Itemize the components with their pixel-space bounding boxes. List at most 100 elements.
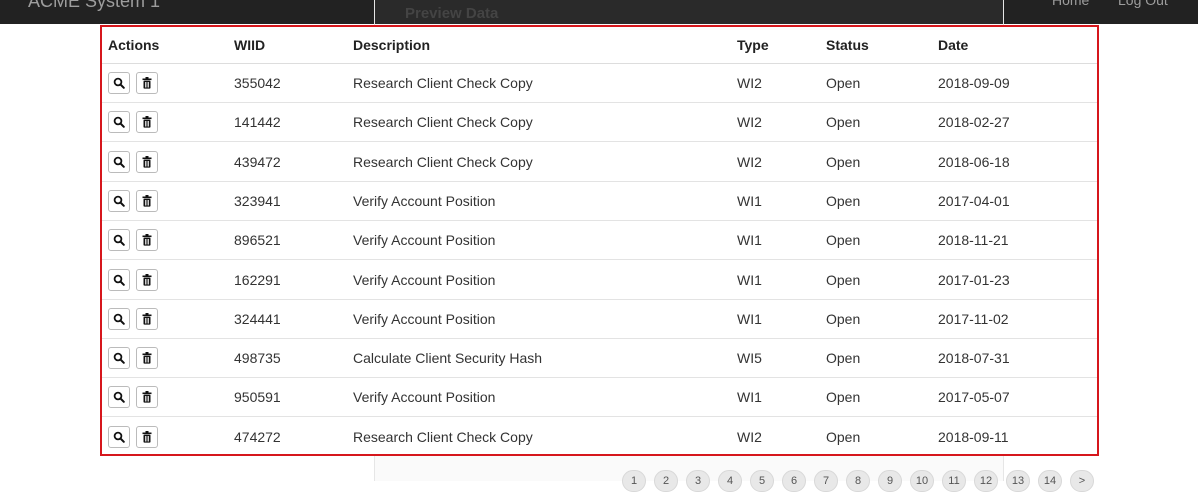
trash-icon [142,273,152,286]
table-row[interactable]: 323941 Verify Account Position WI1 Open 2017… [102,182,1097,221]
delete-button[interactable] [136,425,158,448]
view-button[interactable] [108,307,130,330]
column-header-date[interactable]: Date [938,37,968,53]
delete-button[interactable] [136,150,158,173]
cell-wiid: 439472 [234,153,281,170]
cell-wiid: 498735 [234,350,281,367]
search-icon [113,391,125,404]
column-header-actions[interactable]: Actions [108,37,159,53]
view-button[interactable] [108,111,130,134]
view-button[interactable] [108,425,130,448]
page-button[interactable]: 6 [782,470,806,492]
cell-date: 2017-01-23 [938,271,1010,288]
table-row[interactable]: 324441 Verify Account Position WI1 Open 2017… [102,300,1097,339]
search-icon [113,234,125,246]
delete-button[interactable] [136,386,158,409]
cell-status: Open [826,350,861,367]
page-button[interactable]: 4 [718,470,742,492]
nav-home-link[interactable]: Home [1052,0,1089,8]
delete-button[interactable] [136,189,158,212]
cell-date: 2017-05-07 [938,389,1010,406]
cell-date: 2017-04-01 [938,192,1010,209]
table-row[interactable]: 355042 Research Client Check Copy WI2 Open 2… [102,64,1097,103]
trash-icon [142,77,152,89]
table-row[interactable]: 474272 Research Client Check Copy WI2 Open 2… [102,418,1097,457]
view-button[interactable] [108,268,130,291]
cell-status: Open [826,114,861,131]
search-icon [113,274,125,286]
view-button[interactable] [108,189,130,212]
search-icon [113,156,125,168]
page-button[interactable]: 14 [1038,470,1062,492]
modal-title: Preview Data [405,5,499,22]
trash-icon [142,155,152,168]
cell-date: 2017-11-02 [938,310,1009,327]
trash-icon [142,391,152,403]
cell-date: 2018-07-31 [938,350,1010,367]
cell-date: 2018-09-11 [938,428,1009,445]
delete-button[interactable] [136,72,158,94]
page-button[interactable]: 13 [1006,470,1030,492]
cell-description: Verify Account Position [353,232,496,249]
view-button[interactable] [108,150,130,173]
cell-wiid: 162291 [234,271,281,288]
delete-button[interactable] [136,268,158,291]
cell-wiid: 355042 [234,75,281,91]
nav-logout-link[interactable]: Log Out [1118,0,1168,8]
page-button[interactable]: 9 [878,470,902,492]
column-header-wiid[interactable]: WIID [234,37,265,53]
cell-type: WI2 [737,428,762,445]
view-button[interactable] [108,229,130,252]
table-row[interactable]: 162291 Verify Account Position WI1 Open 2017… [102,261,1097,300]
cell-wiid: 323941 [234,192,281,209]
cell-description: Research Client Check Copy [353,75,533,91]
cell-status: Open [826,75,861,91]
page-button[interactable]: 1 [622,470,646,492]
delete-button[interactable] [136,347,158,370]
cell-description: Verify Account Position [353,310,496,327]
page-button[interactable]: 7 [814,470,838,492]
cell-type: WI2 [737,153,762,170]
column-header-status[interactable]: Status [826,37,869,53]
cell-date: 2018-06-18 [938,153,1010,170]
column-header-type[interactable]: Type [737,37,769,53]
delete-button[interactable] [136,111,158,134]
page-button[interactable]: 8 [846,470,870,492]
page-button[interactable]: 5 [750,470,774,492]
delete-button[interactable] [136,229,158,252]
search-icon [113,313,125,325]
delete-button[interactable] [136,307,158,330]
cell-status: Open [826,153,861,170]
page-button[interactable]: > [1070,470,1094,492]
cell-status: Open [826,232,861,249]
trash-icon [142,430,152,443]
table-row[interactable]: 498735 Calculate Client Security Hash WI5 O… [102,339,1097,379]
table-row[interactable]: 439472 Research Client Check Copy WI2 Open 2… [102,143,1097,182]
cell-type: WI2 [737,114,762,131]
cell-description: Calculate Client Security Hash [353,350,543,367]
page-button[interactable]: 11 [942,470,966,492]
table-row[interactable]: 141442 Research Client Check Copy WI2 Open 2… [102,103,1097,143]
table-row[interactable]: 896521 Verify Account Position WI1 Open 2018… [102,221,1097,261]
cell-status: Open [826,192,861,209]
table-row[interactable]: 950591 Verify Account Position WI1 Open 2017… [102,378,1097,418]
trash-icon [142,312,152,325]
cell-type: WI1 [737,192,762,209]
view-button[interactable] [108,386,130,409]
app-brand[interactable]: ACME System 1 [28,0,160,12]
column-header-description[interactable]: Description [353,37,430,53]
view-button[interactable] [108,72,130,94]
cell-date: 2018-02-27 [938,114,1010,131]
page-button[interactable]: 10 [910,470,934,492]
cell-status: Open [826,389,861,406]
view-button[interactable] [108,347,130,370]
table-header: Actions WIID Description Type Status Dat… [102,27,1097,64]
cell-type: WI1 [737,389,762,406]
cell-date: 2018-11-21 [938,232,1009,249]
cell-type: WI5 [737,350,762,367]
page-button[interactable]: 12 [974,470,998,492]
cell-date: 2018-09-09 [938,75,1010,91]
page-button[interactable]: 3 [686,470,710,492]
search-icon [113,116,125,129]
page-button[interactable]: 2 [654,470,678,492]
